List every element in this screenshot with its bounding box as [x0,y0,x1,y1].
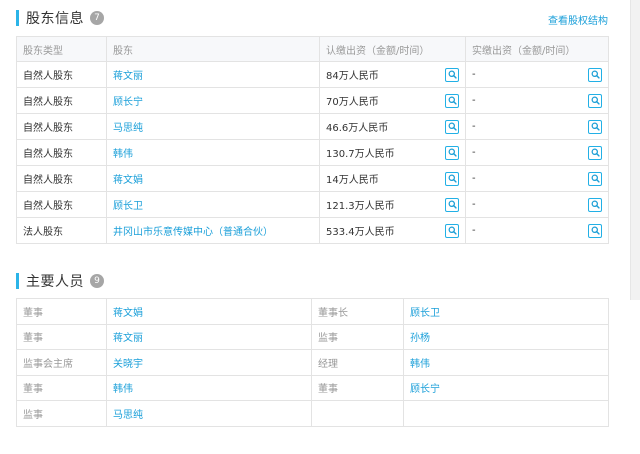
table-row: 自然人股东 蒋文娟 14万人民币 - [16,165,609,192]
shareholder-name-link[interactable]: 顾长卫 [113,201,143,212]
magnifier-icon[interactable] [445,171,459,186]
magnifier-icon[interactable] [445,67,459,82]
magnifier-icon[interactable] [588,67,602,82]
section-accent-bar [16,273,19,289]
column-header: 股东 [106,36,320,62]
shareholder-type: 自然人股东 [16,87,107,114]
subscribed-capital: 533.4万人民币 [326,227,395,238]
shareholders-table: 股东类型 股东 认缴出资（金额/时间） 实缴出资（金额/时间） 自然人股东 蒋文丽… [16,36,609,244]
table-row: 监事会主席 关晓宇 经理 韩伟 [16,349,609,376]
section-accent-bar [16,10,19,26]
paid-capital: - [472,121,476,132]
magnifier-icon[interactable] [588,223,602,238]
person-role: 董事 [16,323,107,350]
shareholder-type: 自然人股东 [16,113,107,140]
magnifier-icon[interactable] [588,145,602,160]
paid-capital: - [472,225,476,236]
magnifier-icon[interactable] [588,119,602,134]
column-header: 实缴出资（金额/时间） [465,36,609,62]
person-role: 董事 [16,374,107,401]
shareholder-type: 自然人股东 [16,191,107,218]
table-row: 董事 蒋文娟 董事长 顾长卫 [16,298,609,325]
paid-capital: - [472,95,476,106]
subscribed-capital: 46.6万人民币 [326,123,389,134]
shareholder-name-link[interactable]: 蒋文丽 [113,71,143,82]
magnifier-icon[interactable] [588,93,602,108]
table-row: 自然人股东 蒋文丽 84万人民币 - [16,61,609,88]
personnel-count-badge: 9 [90,274,104,288]
magnifier-icon[interactable] [445,93,459,108]
person-name-link[interactable]: 马思纯 [113,410,143,421]
person-name-link[interactable]: 蒋文丽 [113,333,143,344]
shareholders-title: 股东信息 [26,11,84,27]
table-row: 监事 马思纯 [16,400,609,427]
view-equity-structure-link[interactable]: 查看股权结构 [548,12,608,27]
shareholder-name-link[interactable]: 顾长宁 [113,97,143,108]
magnifier-icon[interactable] [588,197,602,212]
shareholders-count-badge: 7 [90,11,104,25]
subscribed-capital: 84万人民币 [326,71,379,82]
personnel-title: 主要人员 [26,274,84,290]
personnel-section: 主要人员 9 董事 蒋文娟 董事长 顾长卫 董事 蒋文丽 监事 孙杨 监事会主席 关晓宇 经理 韩伟董… [16,270,609,427]
table-row: 自然人股东 顾长宁 70万人民币 - [16,87,609,114]
person-role: 经理 [311,349,404,376]
person-role: 董事 [16,298,107,325]
table-header-row: 股东类型 股东 认缴出资（金额/时间） 实缴出资（金额/时间） [16,36,609,62]
table-row: 自然人股东 马思纯 46.6万人民币 - [16,113,609,140]
magnifier-icon[interactable] [445,197,459,212]
subscribed-capital: 14万人民币 [326,175,379,186]
page-scrollbar[interactable] [630,0,640,300]
paid-capital: - [472,147,476,158]
person-role: 监事 [16,400,107,427]
person-name-link[interactable]: 韩伟 [410,359,430,370]
person-role: 董事长 [311,298,404,325]
subscribed-capital: 121.3万人民币 [326,201,395,212]
person-name-link[interactable]: 顾长宁 [410,384,440,395]
table-row: 自然人股东 顾长卫 121.3万人民币 - [16,191,609,218]
shareholder-name-link[interactable]: 韩伟 [113,149,133,160]
person-role: 监事 [311,323,404,350]
paid-capital: - [472,173,476,184]
subscribed-capital: 70万人民币 [326,97,379,108]
person-role: 董事 [311,374,404,401]
shareholder-name-link[interactable]: 井冈山市乐意传媒中心（普通合伙） [113,227,273,238]
table-row: 自然人股东 韩伟 130.7万人民币 - [16,139,609,166]
person-role: 监事会主席 [16,349,107,376]
shareholders-section: 股东信息 7 查看股权结构 股东类型 股东 认缴出资（金额/时间） 实缴出资（金… [16,7,609,244]
paid-capital: - [472,69,476,80]
magnifier-icon[interactable] [445,223,459,238]
shareholder-type: 法人股东 [16,217,107,244]
person-name-link[interactable]: 关晓宇 [113,359,143,370]
shareholders-header: 股东信息 7 查看股权结构 [16,7,608,29]
shareholder-type: 自然人股东 [16,139,107,166]
person-name-link[interactable]: 孙杨 [410,333,430,344]
magnifier-icon[interactable] [445,119,459,134]
shareholder-type: 自然人股东 [16,61,107,88]
person-name-link[interactable]: 韩伟 [113,384,133,395]
column-header: 股东类型 [16,36,107,62]
table-row: 法人股东 井冈山市乐意传媒中心（普通合伙） 533.4万人民币 - [16,217,609,244]
column-header: 认缴出资（金额/时间） [319,36,466,62]
table-row: 董事 韩伟 董事 顾长宁 [16,374,609,401]
paid-capital: - [472,199,476,210]
magnifier-icon[interactable] [445,145,459,160]
subscribed-capital: 130.7万人民币 [326,149,395,160]
person-role [311,400,404,427]
shareholder-name-link[interactable]: 蒋文娟 [113,175,143,186]
shareholder-type: 自然人股东 [16,165,107,192]
table-row: 董事 蒋文丽 监事 孙杨 [16,323,609,350]
personnel-header: 主要人员 9 [16,270,608,292]
person-name-link[interactable]: 顾长卫 [410,308,440,319]
person-name-link[interactable]: 蒋文娟 [113,308,143,319]
shareholder-name-link[interactable]: 马思纯 [113,123,143,134]
personnel-table: 董事 蒋文娟 董事长 顾长卫 董事 蒋文丽 监事 孙杨 监事会主席 关晓宇 经理 韩伟 董事 韩伟 董事 顾长… [16,298,609,427]
magnifier-icon[interactable] [588,171,602,186]
